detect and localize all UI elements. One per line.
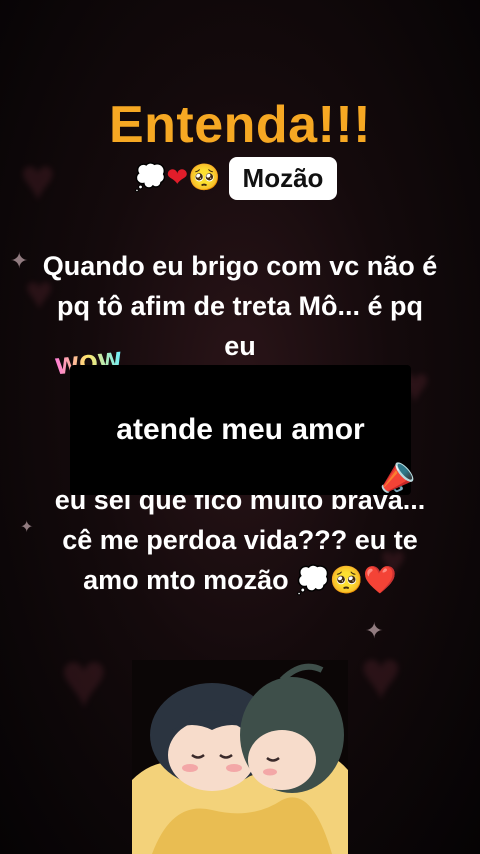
subtitle-row: 💭❤🥺 Mozão [134,155,338,201]
name-label: Mozão [228,156,338,200]
subtitle-emojis: 💭❤🥺 [134,163,221,193]
caption-overlay: atende meu amor [70,365,411,495]
sparkle-icon: ✦ [365,618,384,643]
bg-heart-icon: ♥ [360,636,402,714]
sparkle-icon: ✦ [10,248,29,273]
cuddling-couple-illustration [132,660,348,854]
page-title: Entenda!!! [108,96,372,154]
pleading-face-icon: 🥺 [188,163,221,193]
thought-bubble-icon: 💭 [134,163,167,193]
red-heart-icon: ❤ [166,163,189,193]
video-frame: ♥ ♥ ♥ ♥ ♥ ♥ ✦ ✦ ✦ Entenda!!! 💭❤🥺 Mozão Q… [0,0,480,854]
bg-heart-icon: ♥ [60,635,108,724]
sparkle-icon: ✦ [20,519,34,536]
message-top: Quando eu brigo com vc não é pq tô afim … [42,251,438,361]
caption-text: atende meu amor [116,413,365,446]
bg-heart-icon: ♥ [20,146,56,213]
message-bottom: eu sei que fico muito brava... cê me per… [54,485,426,595]
